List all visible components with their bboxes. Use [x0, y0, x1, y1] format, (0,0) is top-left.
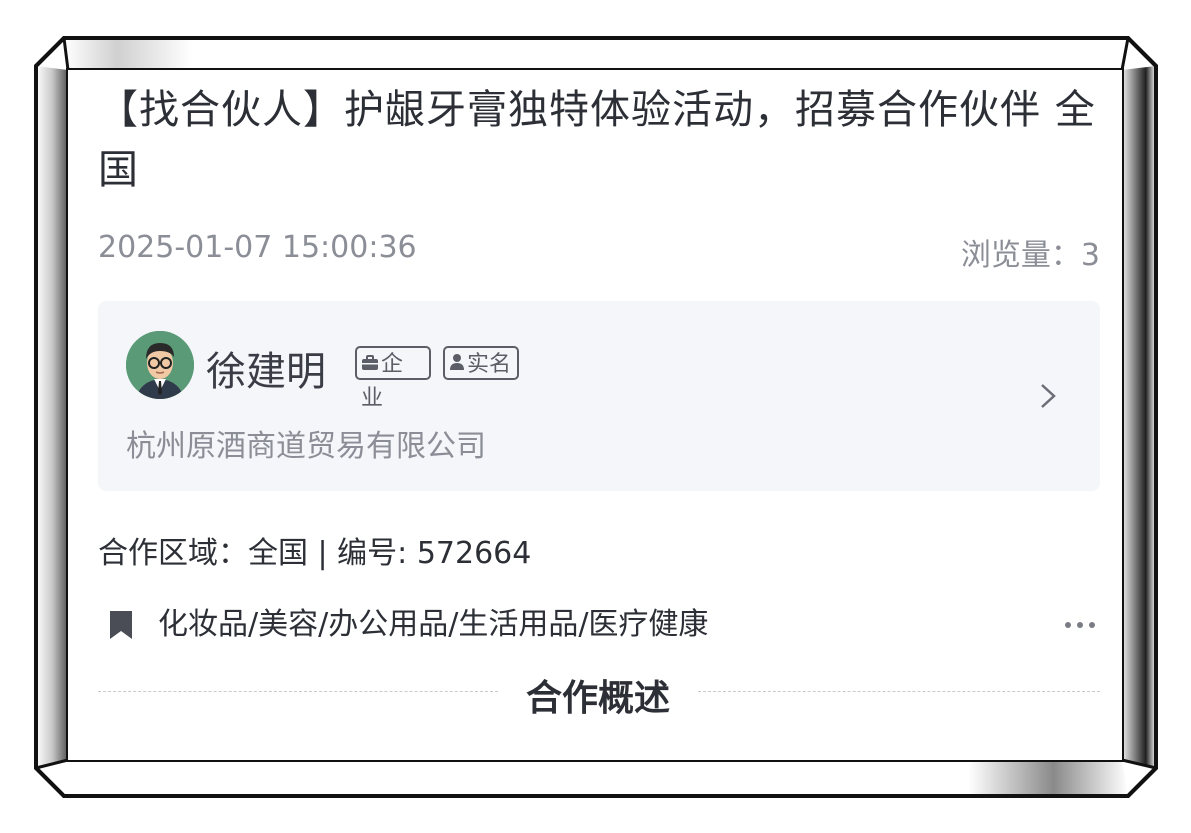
realname-verified-badge: 实名	[443, 346, 519, 380]
avatar-icon	[126, 331, 194, 399]
post-card: 【找合伙人】护龈牙膏独特体验活动，招募合作伙伴 全国 2025-01-07 15…	[68, 70, 1122, 760]
divider-line-right	[698, 691, 1100, 692]
badge-realname-label: 实名	[467, 352, 512, 377]
post-title: 【找合伙人】护龈牙膏独特体验活动，招募合作伙伴 全国	[98, 87, 1096, 193]
company-verified-badge: 企业	[355, 346, 431, 411]
post-date: 2025-01-07 15:00:36	[98, 230, 417, 265]
publisher-name: 徐建明	[206, 349, 326, 395]
category-row: 化妆品/美容/办公用品/生活用品/医疗健康	[98, 605, 1100, 645]
section-divider: 合作概述	[98, 667, 1100, 719]
publisher-card[interactable]: 徐建明 企业 实名 杭州原酒商道贸易有限公司	[98, 301, 1100, 491]
more-icon[interactable]	[1060, 605, 1100, 645]
briefcase-icon	[361, 348, 379, 382]
view-count-value: 3	[1080, 238, 1100, 273]
chevron-right-icon[interactable]	[1036, 381, 1060, 411]
avatar[interactable]	[126, 331, 194, 399]
publisher-company: 杭州原酒商道贸易有限公司	[126, 429, 486, 464]
person-icon	[449, 348, 465, 382]
divider-line-left	[98, 691, 498, 692]
view-count-label: 浏览量：	[960, 238, 1081, 273]
region-and-id: 合作区域：全国 | 编号: 572664	[98, 536, 532, 571]
category-list: 化妆品/美容/办公用品/生活用品/医疗健康	[158, 607, 709, 642]
view-count: 浏览量：3	[961, 230, 1100, 274]
section-title: 合作概述	[525, 678, 670, 719]
bookmark-icon	[110, 611, 132, 639]
